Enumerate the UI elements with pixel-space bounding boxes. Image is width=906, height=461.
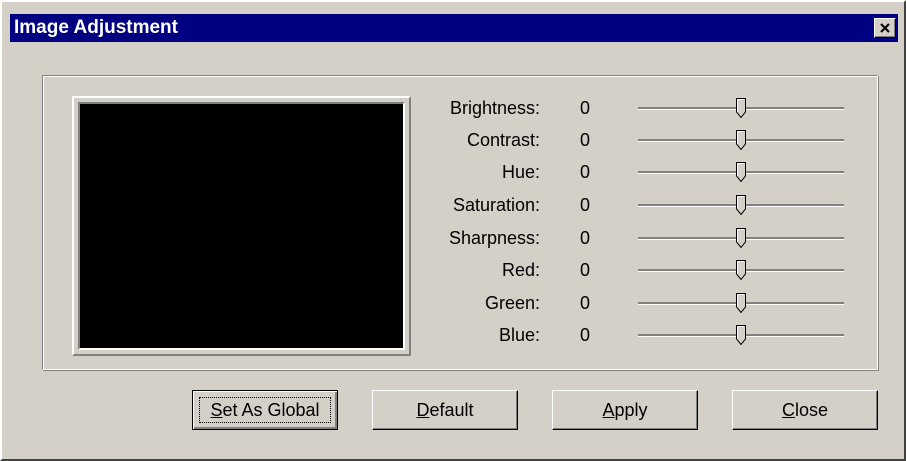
blue-slider[interactable]: [638, 321, 844, 349]
slider-thumb[interactable]: [736, 293, 746, 313]
green-slider[interactable]: [638, 289, 844, 317]
close-mnemonic: C: [781, 400, 795, 420]
preview-image: [80, 104, 403, 348]
brightness-slider[interactable]: [638, 94, 844, 122]
default-mnemonic: D: [416, 400, 430, 420]
default-button[interactable]: Default: [372, 390, 518, 430]
slider-thumb[interactable]: [736, 162, 746, 182]
green-value: 0: [580, 293, 591, 313]
saturation-slider[interactable]: [638, 191, 844, 219]
adjustment-row-green: Green: 0: [420, 289, 860, 317]
adjustment-row-red: Red: 0: [420, 256, 860, 284]
set-as-global-label: et As Global: [222, 400, 320, 420]
apply-label: pply: [614, 400, 648, 420]
preview-bevel: [78, 102, 405, 350]
adjustment-row-contrast: Contrast: 0: [420, 126, 860, 154]
set-as-global-mnemonic: S: [210, 400, 223, 420]
adjustment-row-brightness: Brightness: 0: [420, 94, 860, 122]
slider-thumb[interactable]: [736, 228, 746, 248]
slider-thumb[interactable]: [736, 98, 746, 118]
apply-button[interactable]: Apply: [552, 390, 698, 430]
adjustment-row-blue: Blue: 0: [420, 321, 860, 349]
sharpness-value: 0: [580, 228, 591, 248]
close-button[interactable]: Close: [732, 390, 878, 430]
saturation-value: 0: [580, 195, 591, 215]
close-window-button[interactable]: [874, 18, 896, 38]
sharpness-label: Sharpness:: [448, 228, 540, 248]
blue-value: 0: [580, 325, 591, 345]
red-label: Red:: [501, 260, 540, 280]
contrast-value: 0: [580, 130, 591, 150]
adjustment-row-hue: Hue: 0: [420, 158, 860, 186]
adjustment-row-sharpness: Sharpness: 0: [420, 224, 860, 252]
close-x-icon: [880, 23, 890, 33]
adjustment-row-saturation: Saturation: 0: [420, 191, 860, 219]
green-label: Green:: [484, 293, 540, 313]
window-title: Image Adjustment: [14, 17, 178, 38]
saturation-label: Saturation:: [452, 195, 540, 215]
default-label: efault: [429, 400, 474, 420]
brightness-label: Brightness:: [449, 98, 540, 118]
sharpness-slider[interactable]: [638, 224, 844, 252]
blue-label: Blue:: [498, 325, 540, 345]
hue-label: Hue:: [501, 162, 540, 182]
hue-slider[interactable]: [638, 158, 844, 186]
red-value: 0: [580, 260, 591, 280]
title-bar[interactable]: Image Adjustment: [10, 14, 898, 42]
close-label: lose: [794, 400, 829, 420]
focus-ring: Set As Global: [199, 397, 331, 423]
slider-thumb[interactable]: [736, 325, 746, 345]
brightness-value: 0: [580, 98, 591, 118]
apply-mnemonic: A: [602, 400, 615, 420]
preview-frame: [72, 96, 411, 356]
slider-thumb[interactable]: [736, 260, 746, 280]
slider-thumb[interactable]: [736, 130, 746, 150]
red-slider[interactable]: [638, 256, 844, 284]
hue-value: 0: [580, 162, 591, 182]
contrast-label: Contrast:: [466, 130, 540, 150]
slider-thumb[interactable]: [736, 195, 746, 215]
set-as-global-button[interactable]: Set As Global: [192, 390, 338, 430]
contrast-slider[interactable]: [638, 126, 844, 154]
